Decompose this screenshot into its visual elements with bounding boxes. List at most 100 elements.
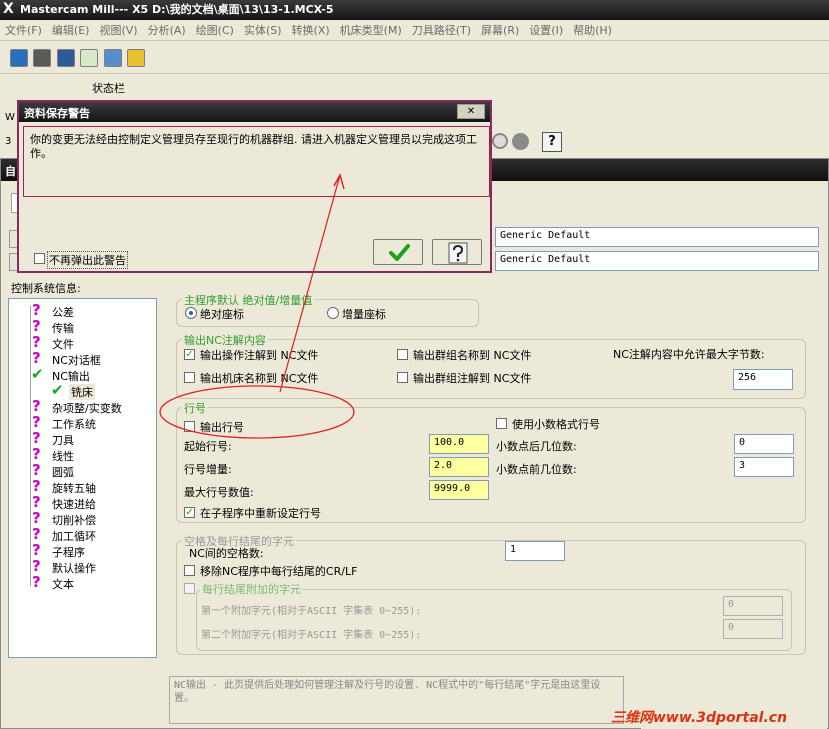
output-line-number-checkbox[interactable] (184, 421, 195, 432)
max-chars-input[interactable]: 256 (733, 369, 793, 390)
question-icon (448, 242, 468, 264)
tree-item-label: 杂项整/实变数 (52, 402, 122, 415)
help-button[interactable] (432, 239, 482, 265)
post-path-field[interactable]: Generic Default (495, 251, 819, 271)
statusbar-label: 状态栏 (92, 82, 125, 95)
tool-icon[interactable] (33, 49, 51, 67)
menu-xform[interactable]: 转换(X) (287, 20, 335, 41)
menu-toolpaths[interactable]: 刀具路径(T) (407, 20, 476, 41)
eol-chars-title: 每行结尾附加的字元 (200, 581, 303, 597)
reset-sub-label: 在子程序中重新设定行号 (200, 507, 321, 520)
incremental-radio[interactable] (327, 307, 339, 319)
toolbar (0, 42, 829, 74)
ok-button[interactable] (373, 239, 423, 265)
menu-solids[interactable]: 实体(S) (239, 20, 287, 41)
circle-icon[interactable] (512, 133, 529, 150)
start-line-label: 起始行号: (184, 440, 232, 453)
menu-create[interactable]: 绘图(C) (191, 20, 239, 41)
tree-item-label: 切削补偿 (52, 514, 96, 527)
start-line-input[interactable]: 100.0 (429, 434, 489, 454)
second-char-input[interactable]: 0 (723, 619, 783, 639)
group-comment-checkbox[interactable] (397, 372, 408, 383)
question-icon: ? (32, 333, 41, 351)
sidebar-mark-icon: 3 (5, 136, 12, 147)
help-description: NC输出 - 此页提供后处理如何管理注解及行号的设置. NC程式中的"每行结尾"… (169, 676, 624, 724)
menu-screen[interactable]: 屏幕(R) (476, 20, 524, 41)
tree-label: 控制系统信息: (11, 282, 81, 295)
warning-message: 你的变更无法经由控制定义管理员存至现行的机器群组. 请进入机器定义管理员以完成这… (23, 126, 490, 197)
group-name-checkbox[interactable] (397, 349, 408, 360)
help-question-icon[interactable]: ? (542, 132, 562, 152)
machine-name-label: 输出机床名称到 NC文件 (200, 372, 319, 385)
group-name-label: 输出群组名称到 NC文件 (413, 349, 532, 362)
tree-item-label: 铣床 (69, 384, 95, 400)
grid-icon[interactable] (104, 49, 122, 67)
before-decimal-input[interactable]: 3 (734, 457, 794, 477)
screen-icon[interactable] (57, 49, 75, 67)
tree-item-label: 旋转五轴 (52, 482, 96, 495)
tree-item-label: 工作系统 (52, 418, 96, 431)
op-comment-label: 输出操作注解到 NC文件 (200, 349, 319, 362)
increment-label: 行号增量: (184, 463, 232, 476)
remove-crlf-checkbox[interactable] (184, 565, 195, 576)
second-char-label: 第二个附加字元(相对于ASCII 字集表 0~255): (201, 630, 422, 641)
eol-chars-group (196, 589, 792, 651)
after-decimal-input[interactable]: 0 (734, 434, 794, 454)
absolute-radio[interactable] (185, 307, 197, 319)
menu-edit[interactable]: 编辑(E) (47, 20, 95, 41)
after-decimal-label: 小数点后几位数: (496, 440, 577, 453)
menu-analyze[interactable]: 分析(A) (143, 20, 191, 41)
menu-view[interactable]: 视图(V) (94, 20, 142, 41)
nc-spaces-input[interactable]: 1 (505, 541, 565, 561)
max-chars-label: NC注解内容中允许最大字节数: (613, 348, 765, 361)
save-icon[interactable] (10, 49, 28, 67)
group-comment-label: 输出群组注解到 NC文件 (413, 372, 532, 385)
control-tree[interactable]: ? 公差 ? 传输 ? 文件 ? NC对话框 ✔ NC输出 ✔ 铣床 ? 杂项整… (8, 298, 157, 658)
cube-icon[interactable] (80, 49, 98, 67)
tree-item-text[interactable]: ? 文本 (9, 574, 157, 591)
menu-file[interactable]: 文件(F) (0, 20, 47, 41)
tree-item-nc-output[interactable]: ✔ NC输出 (9, 366, 157, 383)
close-icon: ✕ (466, 106, 476, 117)
reset-sub-checkbox[interactable]: ✓ (184, 507, 195, 518)
remove-crlf-label: 移除NC程序中每行结尾的CR/LF (200, 565, 358, 578)
max-line-input[interactable]: 9999.0 (429, 480, 489, 500)
menu-settings[interactable]: 设置(I) (524, 20, 568, 41)
app-logo-icon: X (3, 1, 14, 17)
nc-comment-title: 输出NC注解内容 (182, 332, 268, 348)
settings-title: 自 (5, 165, 16, 178)
check-icon (389, 244, 410, 261)
app-title-bar: Mastercam Mill--- X5 D:\我的文档\桌面\13\13-1.… (0, 0, 829, 20)
question-icon: ? (32, 349, 41, 367)
tree-item-label: 传输 (52, 322, 74, 335)
incremental-label: 增量座标 (342, 308, 386, 321)
open-folder-icon[interactable] (127, 49, 145, 67)
question-icon: ? (32, 413, 41, 431)
tree-item-label: 线性 (52, 450, 74, 463)
question-icon: ? (32, 461, 41, 479)
question-icon: ? (32, 397, 41, 415)
tree-item-label: 默认操作 (52, 562, 96, 575)
tree-item-label: 文件 (52, 338, 74, 351)
tree-item-label: 子程序 (52, 546, 85, 559)
control-path-field[interactable]: Generic Default (495, 227, 819, 247)
increment-input[interactable]: 2.0 (429, 457, 489, 477)
close-button[interactable]: ✕ (457, 104, 485, 119)
question-icon: ? (32, 445, 41, 463)
decimal-line-number-checkbox[interactable] (496, 418, 507, 429)
menu-machine-type[interactable]: 机床类型(M) (335, 20, 407, 41)
machine-name-checkbox[interactable] (184, 372, 195, 383)
data-save-warning-dialog: 资料保存警告 ✕ 你的变更无法经由控制定义管理员存至现行的机器群组. 请进入机器… (17, 100, 492, 273)
decimal-line-number-label: 使用小数格式行号 (512, 418, 600, 431)
no-entry-icon[interactable] (492, 133, 508, 149)
question-icon: ? (32, 493, 41, 511)
op-comment-checkbox[interactable]: ✓ (184, 349, 195, 360)
before-decimal-label: 小数点前几位数: (496, 463, 577, 476)
no-popup-checkbox[interactable] (34, 253, 45, 264)
nc-spaces-label: NC间的空格数: (189, 547, 264, 560)
app-title: Mastercam Mill--- X5 D:\我的文档\桌面\13\13-1.… (20, 3, 334, 16)
first-char-input[interactable]: 0 (723, 596, 783, 616)
menu-help[interactable]: 帮助(H) (568, 20, 617, 41)
eol-chars-checkbox[interactable] (184, 583, 195, 594)
tree-item-label: 圆弧 (52, 466, 74, 479)
